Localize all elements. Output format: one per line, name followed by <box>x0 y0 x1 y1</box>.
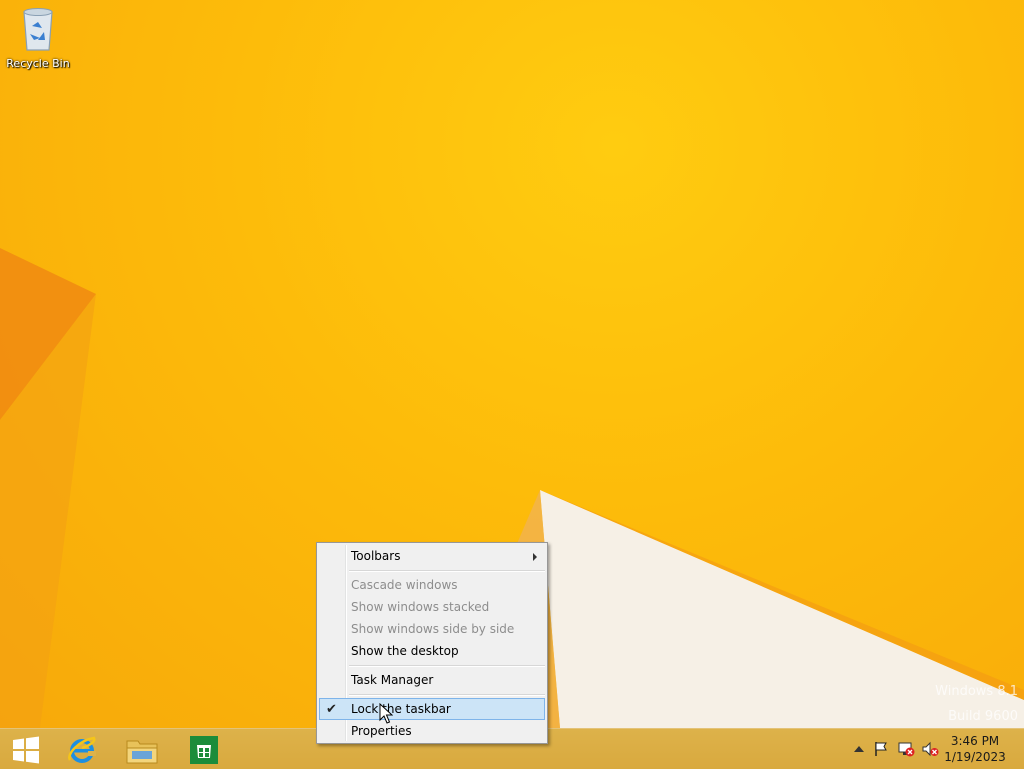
menu-separator <box>349 665 545 667</box>
recycle-bin-label: Recycle Bin <box>6 57 70 70</box>
menu-item-properties[interactable]: Properties <box>319 720 545 742</box>
action-center-flag-icon[interactable] <box>872 741 890 757</box>
file-explorer-icon <box>126 740 158 764</box>
store-button[interactable] <box>178 731 230 769</box>
show-hidden-icons-arrow[interactable] <box>850 741 868 757</box>
windows-logo-icon <box>13 736 39 764</box>
menu-separator <box>349 694 545 696</box>
windows-version-watermark: Windows 8.1 <box>935 684 1018 699</box>
submenu-arrow-icon <box>533 553 537 561</box>
menu-item-toolbars[interactable]: Toolbars <box>319 545 545 567</box>
menu-item-show-windows-stacked[interactable]: Show windows stacked <box>319 596 545 618</box>
start-button[interactable] <box>0 731 52 769</box>
menu-item-lock-the-taskbar[interactable]: ✔ Lock the taskbar <box>319 698 545 720</box>
taskbar-clock[interactable]: 3:46 PM 1/19/2023 <box>940 733 1010 765</box>
internet-explorer-button[interactable] <box>56 731 108 769</box>
menu-separator <box>349 570 545 572</box>
recycle-bin-shortcut[interactable]: Recycle Bin <box>4 6 72 76</box>
clock-time: 3:46 PM <box>950 734 1000 748</box>
store-icon <box>190 736 218 764</box>
internet-explorer-icon <box>68 736 96 763</box>
recycle-bin-icon <box>23 8 53 51</box>
menu-item-cascade-windows[interactable]: Cascade windows <box>319 574 545 596</box>
taskbar-context-menu: Toolbars Cascade windows Show windows st… <box>316 542 548 744</box>
menu-item-show-windows-side-by-side[interactable]: Show windows side by side <box>319 618 545 640</box>
menu-item-show-the-desktop[interactable]: Show the desktop <box>319 640 545 662</box>
clock-date: 1/19/2023 <box>944 750 1006 764</box>
file-explorer-button[interactable] <box>116 731 168 769</box>
network-disconnected-icon[interactable] <box>897 741 915 757</box>
volume-muted-icon[interactable] <box>921 741 939 757</box>
menu-item-task-manager[interactable]: Task Manager <box>319 669 545 691</box>
checkmark-icon: ✔ <box>326 702 337 717</box>
build-watermark: Build 9600 <box>948 709 1018 724</box>
mouse-pointer-icon <box>379 703 393 724</box>
